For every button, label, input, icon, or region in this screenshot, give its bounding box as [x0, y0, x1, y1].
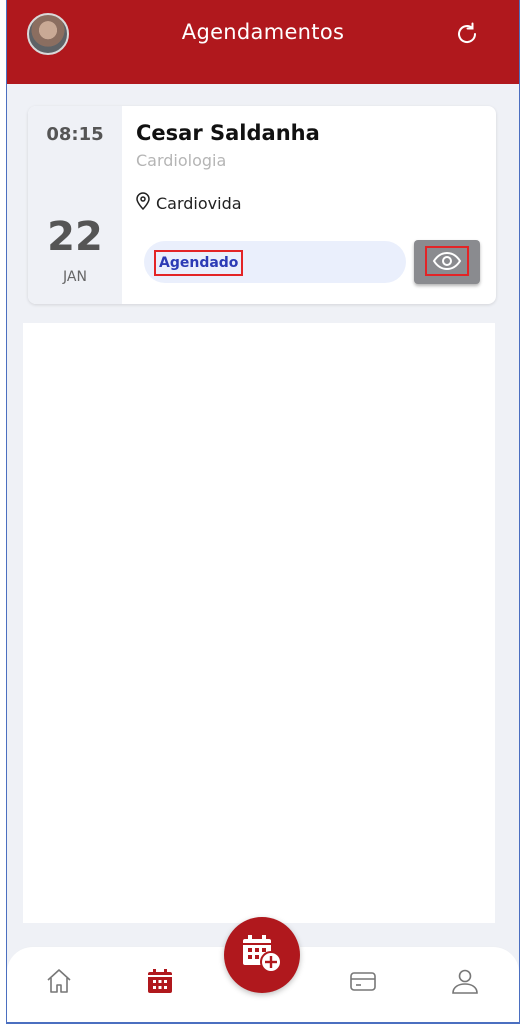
appointment-time: 08:15 [46, 124, 104, 145]
refresh-icon[interactable] [453, 20, 481, 48]
card-icon [348, 966, 378, 1000]
location: Cardiovida [136, 192, 242, 214]
calendar-icon [145, 966, 175, 1000]
specialty: Cardiologia [136, 151, 227, 170]
user-icon [450, 966, 480, 1000]
status-label: Agendado [154, 250, 244, 276]
location-label: Cardiovida [156, 193, 242, 213]
home-icon [44, 966, 74, 1000]
eye-icon [425, 246, 469, 276]
appointment-month: JAN [63, 269, 87, 285]
view-details-button[interactable] [414, 240, 480, 284]
nav-payments[interactable] [345, 965, 381, 1001]
nav-home[interactable] [41, 965, 77, 1001]
nav-profile[interactable] [447, 965, 483, 1001]
page-title: Agendamentos [181, 20, 345, 44]
new-appointment-button[interactable] [224, 917, 300, 993]
date-column: 08:15 22 JAN [28, 106, 122, 304]
nav-schedule[interactable] [142, 965, 178, 1001]
appointment-day: 22 [47, 214, 103, 260]
content-area [23, 323, 495, 923]
location-pin-icon [136, 192, 150, 214]
app-header: Agendamentos [7, 0, 519, 84]
calendar-add-icon [239, 930, 285, 980]
doctor-name: Cesar Saldanha [136, 121, 320, 145]
status-badge: Agendado [144, 241, 406, 283]
app-frame: Agendamentos 08:15 22 JAN Cesar Saldanha… [6, 0, 520, 1024]
appointment-card[interactable]: 08:15 22 JAN Cesar Saldanha Cardiologia … [28, 106, 496, 304]
